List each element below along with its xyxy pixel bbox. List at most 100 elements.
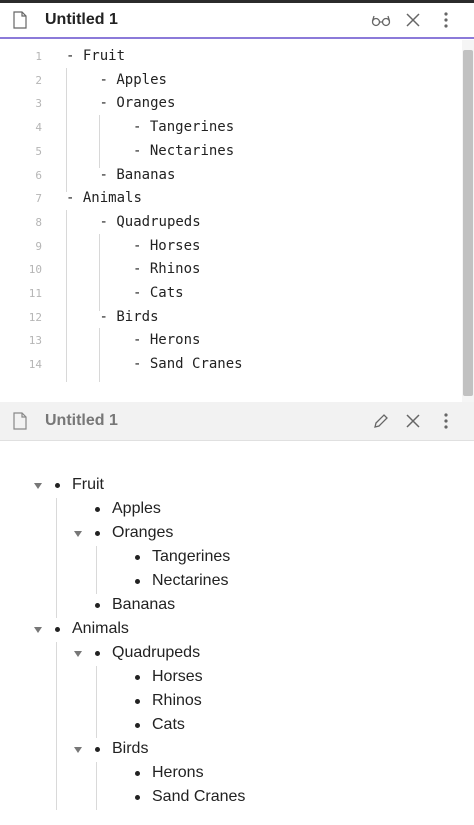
bullet-icon bbox=[55, 627, 60, 632]
source-line-text: Bananas bbox=[116, 166, 176, 183]
close-icon[interactable] bbox=[402, 9, 424, 31]
list-marker: - bbox=[133, 356, 142, 373]
source-line[interactable]: - Apples bbox=[100, 72, 167, 88]
collapse-toggle-icon[interactable] bbox=[74, 651, 82, 657]
line-number: 9 bbox=[35, 239, 42, 253]
collapse-toggle-icon[interactable] bbox=[74, 531, 82, 537]
line-number: 1 bbox=[35, 50, 42, 63]
indent-guide bbox=[96, 666, 97, 738]
indent-guide bbox=[99, 115, 100, 169]
indent-guide bbox=[96, 762, 97, 810]
close-icon[interactable] bbox=[402, 410, 424, 432]
source-line[interactable]: - Animals bbox=[66, 190, 142, 206]
source-line-text: Apples bbox=[116, 71, 167, 88]
indent-guide bbox=[56, 498, 57, 618]
source-line-text: Rhinos bbox=[149, 261, 201, 278]
list-item: Horses bbox=[152, 668, 203, 685]
bullet-icon bbox=[55, 483, 60, 488]
list-marker: - bbox=[99, 308, 108, 325]
bullet-icon bbox=[95, 603, 100, 608]
source-line[interactable]: - Nectarines bbox=[133, 143, 234, 159]
collapse-toggle-icon[interactable] bbox=[74, 747, 82, 753]
line-number: 7 bbox=[35, 192, 42, 206]
preview-pane: Untitled 1 Fruit Apples Oranges Tangerines N… bbox=[0, 402, 474, 825]
source-line[interactable]: - Horses bbox=[133, 238, 200, 254]
source-line-text: Birds bbox=[116, 308, 159, 325]
source-line-text: Fruit bbox=[82, 48, 126, 64]
list-item: Herons bbox=[152, 764, 204, 781]
source-line[interactable]: - Tangerines bbox=[133, 119, 234, 135]
list-marker: - bbox=[66, 190, 75, 207]
source-line-text: Nectarines bbox=[149, 142, 235, 159]
file-icon bbox=[12, 412, 28, 430]
line-number: 13 bbox=[28, 334, 42, 348]
indent-guide bbox=[99, 328, 100, 382]
bullet-icon bbox=[95, 747, 100, 752]
source-line[interactable]: - Rhinos bbox=[133, 261, 200, 277]
source-line-text: Oranges bbox=[116, 95, 176, 112]
reading-glasses-icon[interactable] bbox=[370, 9, 392, 31]
source-line[interactable]: - Herons bbox=[133, 332, 200, 348]
list-marker: - bbox=[133, 285, 142, 301]
editor-title[interactable]: Untitled 1 bbox=[45, 11, 118, 29]
line-number: 12 bbox=[28, 310, 42, 324]
source-line[interactable]: - Sand Cranes bbox=[133, 356, 243, 372]
line-number: 2 bbox=[35, 73, 42, 87]
indent-guide bbox=[66, 67, 67, 193]
source-line[interactable]: - Fruit bbox=[66, 48, 125, 64]
more-vertical-icon[interactable] bbox=[435, 9, 457, 31]
bullet-icon bbox=[95, 507, 100, 512]
source-line[interactable]: - Oranges bbox=[100, 95, 176, 111]
list-marker: - bbox=[133, 261, 142, 278]
line-number: 3 bbox=[35, 97, 42, 111]
line-number: 5 bbox=[35, 144, 42, 158]
list-marker: - bbox=[133, 119, 142, 136]
list-item: Apples bbox=[112, 500, 161, 517]
list-item: Bananas bbox=[112, 596, 176, 613]
source-line-text: Horses bbox=[149, 237, 201, 254]
collapse-toggle-icon[interactable] bbox=[34, 483, 42, 489]
source-line[interactable]: - Cats bbox=[133, 285, 184, 301]
list-marker: - bbox=[99, 213, 108, 230]
source-line[interactable]: - Bananas bbox=[100, 167, 176, 183]
bullet-icon bbox=[95, 651, 100, 656]
bullet-icon bbox=[135, 555, 140, 560]
bullet-icon bbox=[135, 795, 140, 800]
list-item: Sand Cranes bbox=[152, 788, 246, 805]
list-marker: - bbox=[133, 237, 142, 254]
preview-title[interactable]: Untitled 1 bbox=[45, 412, 118, 430]
line-number: 14 bbox=[28, 358, 42, 372]
line-number: 11 bbox=[28, 287, 42, 300]
list-item: Birds bbox=[112, 740, 149, 757]
source-line-text: Sand Cranes bbox=[149, 356, 243, 373]
list-marker: - bbox=[99, 71, 108, 88]
file-icon bbox=[12, 11, 28, 29]
source-line[interactable]: - Birds bbox=[100, 309, 159, 325]
bullet-icon bbox=[135, 699, 140, 704]
list-marker: - bbox=[66, 48, 75, 64]
list-item: Tangerines bbox=[152, 548, 231, 565]
indent-guide bbox=[56, 642, 57, 810]
bullet-icon bbox=[135, 771, 140, 776]
bullet-icon bbox=[95, 531, 100, 536]
more-vertical-icon[interactable] bbox=[435, 410, 457, 432]
bullet-icon bbox=[135, 675, 140, 680]
preview-header: Untitled 1 bbox=[0, 402, 474, 441]
collapse-toggle-icon[interactable] bbox=[34, 627, 42, 633]
pencil-icon[interactable] bbox=[370, 410, 392, 432]
bullet-icon bbox=[135, 723, 140, 728]
list-marker: - bbox=[133, 142, 142, 159]
list-item: Fruit bbox=[72, 476, 104, 493]
source-line-text: Quadrupeds bbox=[116, 213, 201, 230]
bullet-icon bbox=[135, 579, 140, 584]
list-item: Nectarines bbox=[152, 572, 229, 589]
line-number: 8 bbox=[35, 215, 42, 229]
editor-scrollbar-thumb[interactable] bbox=[463, 50, 473, 396]
line-number: 10 bbox=[28, 263, 42, 277]
list-item: Animals bbox=[72, 620, 129, 637]
line-number: 6 bbox=[35, 168, 42, 182]
indent-guide bbox=[99, 233, 100, 311]
source-line[interactable]: - Quadrupeds bbox=[100, 214, 201, 230]
list-item: Oranges bbox=[112, 524, 174, 541]
source-line-text: Herons bbox=[149, 332, 201, 349]
